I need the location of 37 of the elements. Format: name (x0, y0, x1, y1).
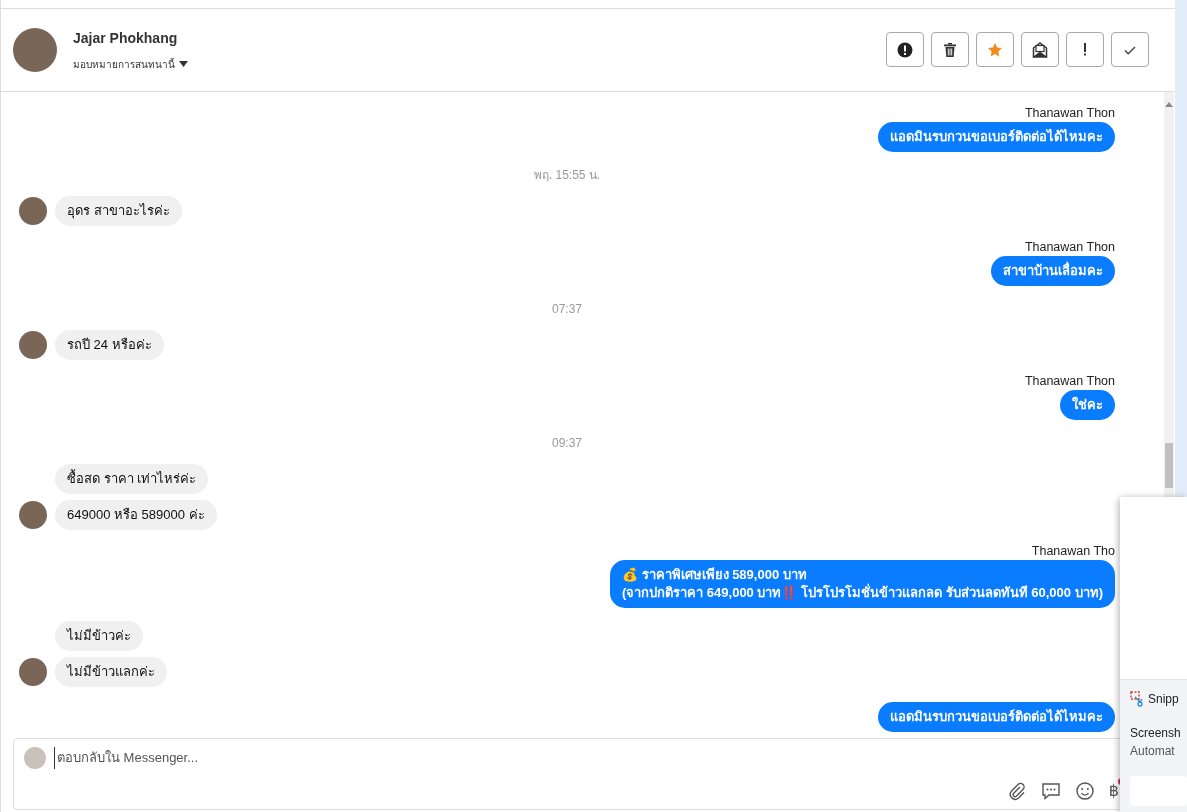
star-button[interactable] (976, 32, 1014, 68)
profile-photo (13, 27, 57, 72)
notification-text: Automat (1130, 743, 1176, 760)
message-bubble: 649000 หรือ 589000 ค่ะ (55, 499, 217, 530)
message-bubble: ใช่คะ (1060, 389, 1115, 420)
chat-icon[interactable] (1040, 781, 1061, 801)
caret-icon (179, 61, 188, 68)
paperclip-icon[interactable] (1006, 781, 1027, 801)
sender-name: Thanawan Thon (1023, 373, 1115, 388)
message-bubble: รถปี 24 หรือค่ะ (55, 329, 164, 360)
message-bubble: ไม่มีข้าวค่ะ (55, 620, 143, 651)
timestamp: 09:37 (551, 434, 583, 451)
sender-name: Thanawan Tho (1030, 543, 1115, 558)
envelope-icon (1032, 41, 1048, 58)
mail-button[interactable] (1021, 32, 1059, 68)
message-bubble: สาขาบ้านเลื่อมคะ (991, 255, 1115, 286)
smiley-icon[interactable] (1074, 781, 1095, 801)
page-avatar (24, 746, 46, 769)
assign-dropdown[interactable]: มอบหมายการสนทนานี้ (73, 56, 188, 72)
timestamp: พฤ. 15:55 น. (532, 166, 602, 183)
contact-name: Jajar Phokhang (73, 28, 179, 48)
message-bubble: ซื้อสด ราคา เท่าไหร่ค่ะ (55, 463, 209, 494)
message-bubble: ไม่มีข้าวแลกค่ะ (55, 656, 167, 687)
notification-title: Screensh (1130, 725, 1182, 742)
message-bubble: อุดร สาขาอะไรค่ะ (55, 195, 182, 226)
trash-button[interactable] (931, 32, 969, 68)
message-bubble: แอดมินรบกวนขอเบอร์ติดต่อได้ไหมคะ (878, 121, 1115, 152)
trash-icon (942, 41, 958, 58)
scissors-icon (1130, 691, 1144, 707)
alert-button[interactable] (886, 32, 924, 68)
app-name: Snipp (1148, 691, 1179, 708)
alert-icon (897, 41, 913, 58)
message-bubble: แอดมินรบกวนขอเบอร์ติดต่อได้ไหมคะ (878, 701, 1115, 732)
message-bubble: 💰 ราคาพิเศษเพียง 589,000 บาท (จากปกติราคา 649,000 บาท‼ โปรโปรโมชั่นข้าวแลกลด รับส่วนลดทันที 60,000 บาท) (609, 559, 1115, 608)
sender-name: Thanawan Thon (1023, 239, 1115, 254)
sender-name: Thanawan Thon (1023, 105, 1115, 120)
timestamp: 07:37 (551, 300, 583, 317)
